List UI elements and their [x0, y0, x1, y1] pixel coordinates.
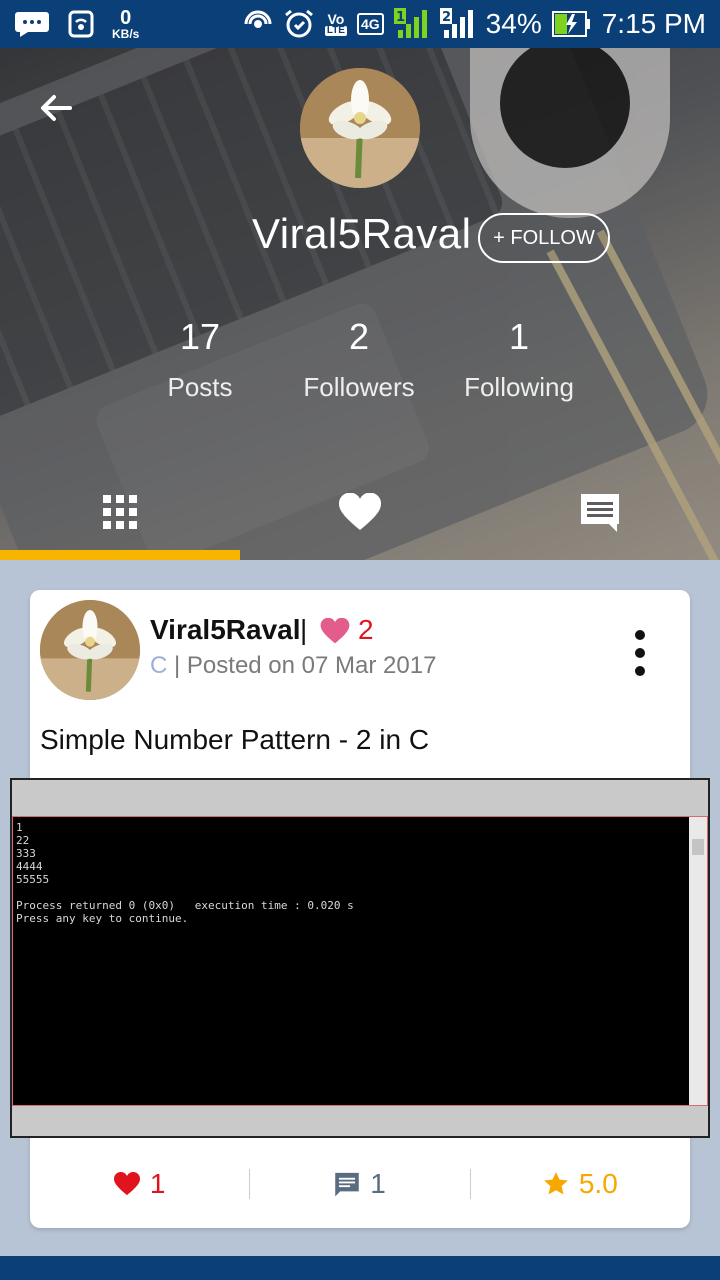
like-button[interactable]: 1	[30, 1168, 249, 1200]
active-tab-indicator	[0, 550, 240, 560]
battery-charging-icon	[551, 11, 592, 37]
author-likes-count: 2	[358, 614, 374, 645]
network-type: 4G	[356, 13, 384, 35]
stat-following-label: Following	[464, 372, 574, 402]
console-output: 1 22 333 4444 55555 Process returned 0 (…	[16, 821, 354, 925]
clock: 7:15 PM	[601, 8, 706, 39]
volte-indicator: Vo LTE	[324, 11, 347, 36]
star-icon	[543, 1172, 568, 1195]
more-dot-icon	[635, 630, 645, 640]
stat-posts-value: 17	[179, 316, 221, 357]
rating-button[interactable]: 5.0	[471, 1168, 690, 1200]
network-speed-value: 0	[120, 7, 132, 29]
profile-avatar	[300, 68, 420, 188]
more-dot-icon	[635, 648, 645, 658]
comment-icon	[581, 494, 619, 532]
stat-followers-value: 2	[348, 316, 370, 357]
profile-header: Viral5Raval + FOLLOW 17 Posts 2 Follower…	[0, 48, 720, 560]
back-button[interactable]	[36, 88, 76, 128]
like-count: 1	[149, 1168, 166, 1199]
post-language[interactable]: C	[150, 652, 167, 679]
tab-posts[interactable]	[0, 472, 240, 552]
console-scrollbar	[689, 817, 707, 1105]
comment-button[interactable]: 1	[250, 1168, 469, 1200]
hotspot-icon	[68, 10, 94, 38]
follow-button[interactable]: + FOLLOW	[478, 213, 610, 263]
stat-followers[interactable]: 2 Followers	[279, 316, 439, 403]
comment-count: 1	[370, 1168, 386, 1199]
profile-username: Viral5Raval	[252, 210, 472, 257]
stat-followers-label: Followers	[303, 372, 415, 402]
rating-value: 5.0	[578, 1168, 618, 1199]
volte-bottom: LTE	[324, 25, 347, 36]
flower-image	[40, 600, 140, 700]
signal-sim2-icon: 2	[439, 8, 476, 40]
post-author-avatar[interactable]	[40, 600, 140, 700]
alarm-icon	[283, 8, 315, 40]
author-heart-icon	[320, 617, 350, 649]
stat-following[interactable]: 1 Following	[439, 316, 599, 403]
more-dot-icon	[635, 666, 645, 676]
message-icon	[14, 10, 50, 38]
comment-icon	[335, 1172, 359, 1197]
network-speed: 0 KB/s	[112, 8, 139, 40]
post-actions: 1 1 5.0	[30, 1140, 690, 1228]
flower-image	[300, 68, 420, 188]
stat-following-value: 1	[508, 316, 530, 357]
arrow-left-icon	[41, 95, 72, 121]
stat-posts-label: Posts	[167, 372, 233, 402]
post-meta: C | Posted on 07 Mar 2017	[150, 652, 436, 680]
post-date: | Posted on 07 Mar 2017	[167, 652, 437, 679]
network-speed-unit: KB/s	[112, 27, 140, 41]
bottom-bar	[0, 1256, 720, 1280]
post-title[interactable]: Simple Number Pattern - 2 in C	[40, 724, 429, 756]
post-author-name[interactable]: Viral5Raval	[150, 614, 301, 646]
post-separator: |	[300, 614, 308, 645]
battery-percent: 34%	[485, 8, 542, 39]
sim2-label: 2	[442, 10, 451, 25]
grid-icon	[103, 495, 137, 529]
tab-comments[interactable]	[480, 472, 720, 552]
tab-likes[interactable]	[240, 472, 480, 552]
signal-sim1-icon: 1	[393, 8, 430, 40]
heart-icon	[113, 1172, 140, 1196]
wifi-calling-icon	[243, 9, 273, 39]
heart-icon	[339, 493, 381, 530]
stat-posts[interactable]: 17 Posts	[120, 316, 280, 403]
more-options-button[interactable]	[630, 630, 650, 676]
volte-top: Vo	[327, 11, 345, 27]
status-bar: 0 KB/s Vo LTE 4G 1 2 34% 7:15 PM	[0, 0, 720, 48]
console-screen: 1 22 333 4444 55555 Process returned 0 (…	[12, 816, 708, 1106]
sim1-label: 1	[396, 10, 405, 25]
post-image-console[interactable]: 1 22 333 4444 55555 Process returned 0 (…	[10, 778, 710, 1138]
